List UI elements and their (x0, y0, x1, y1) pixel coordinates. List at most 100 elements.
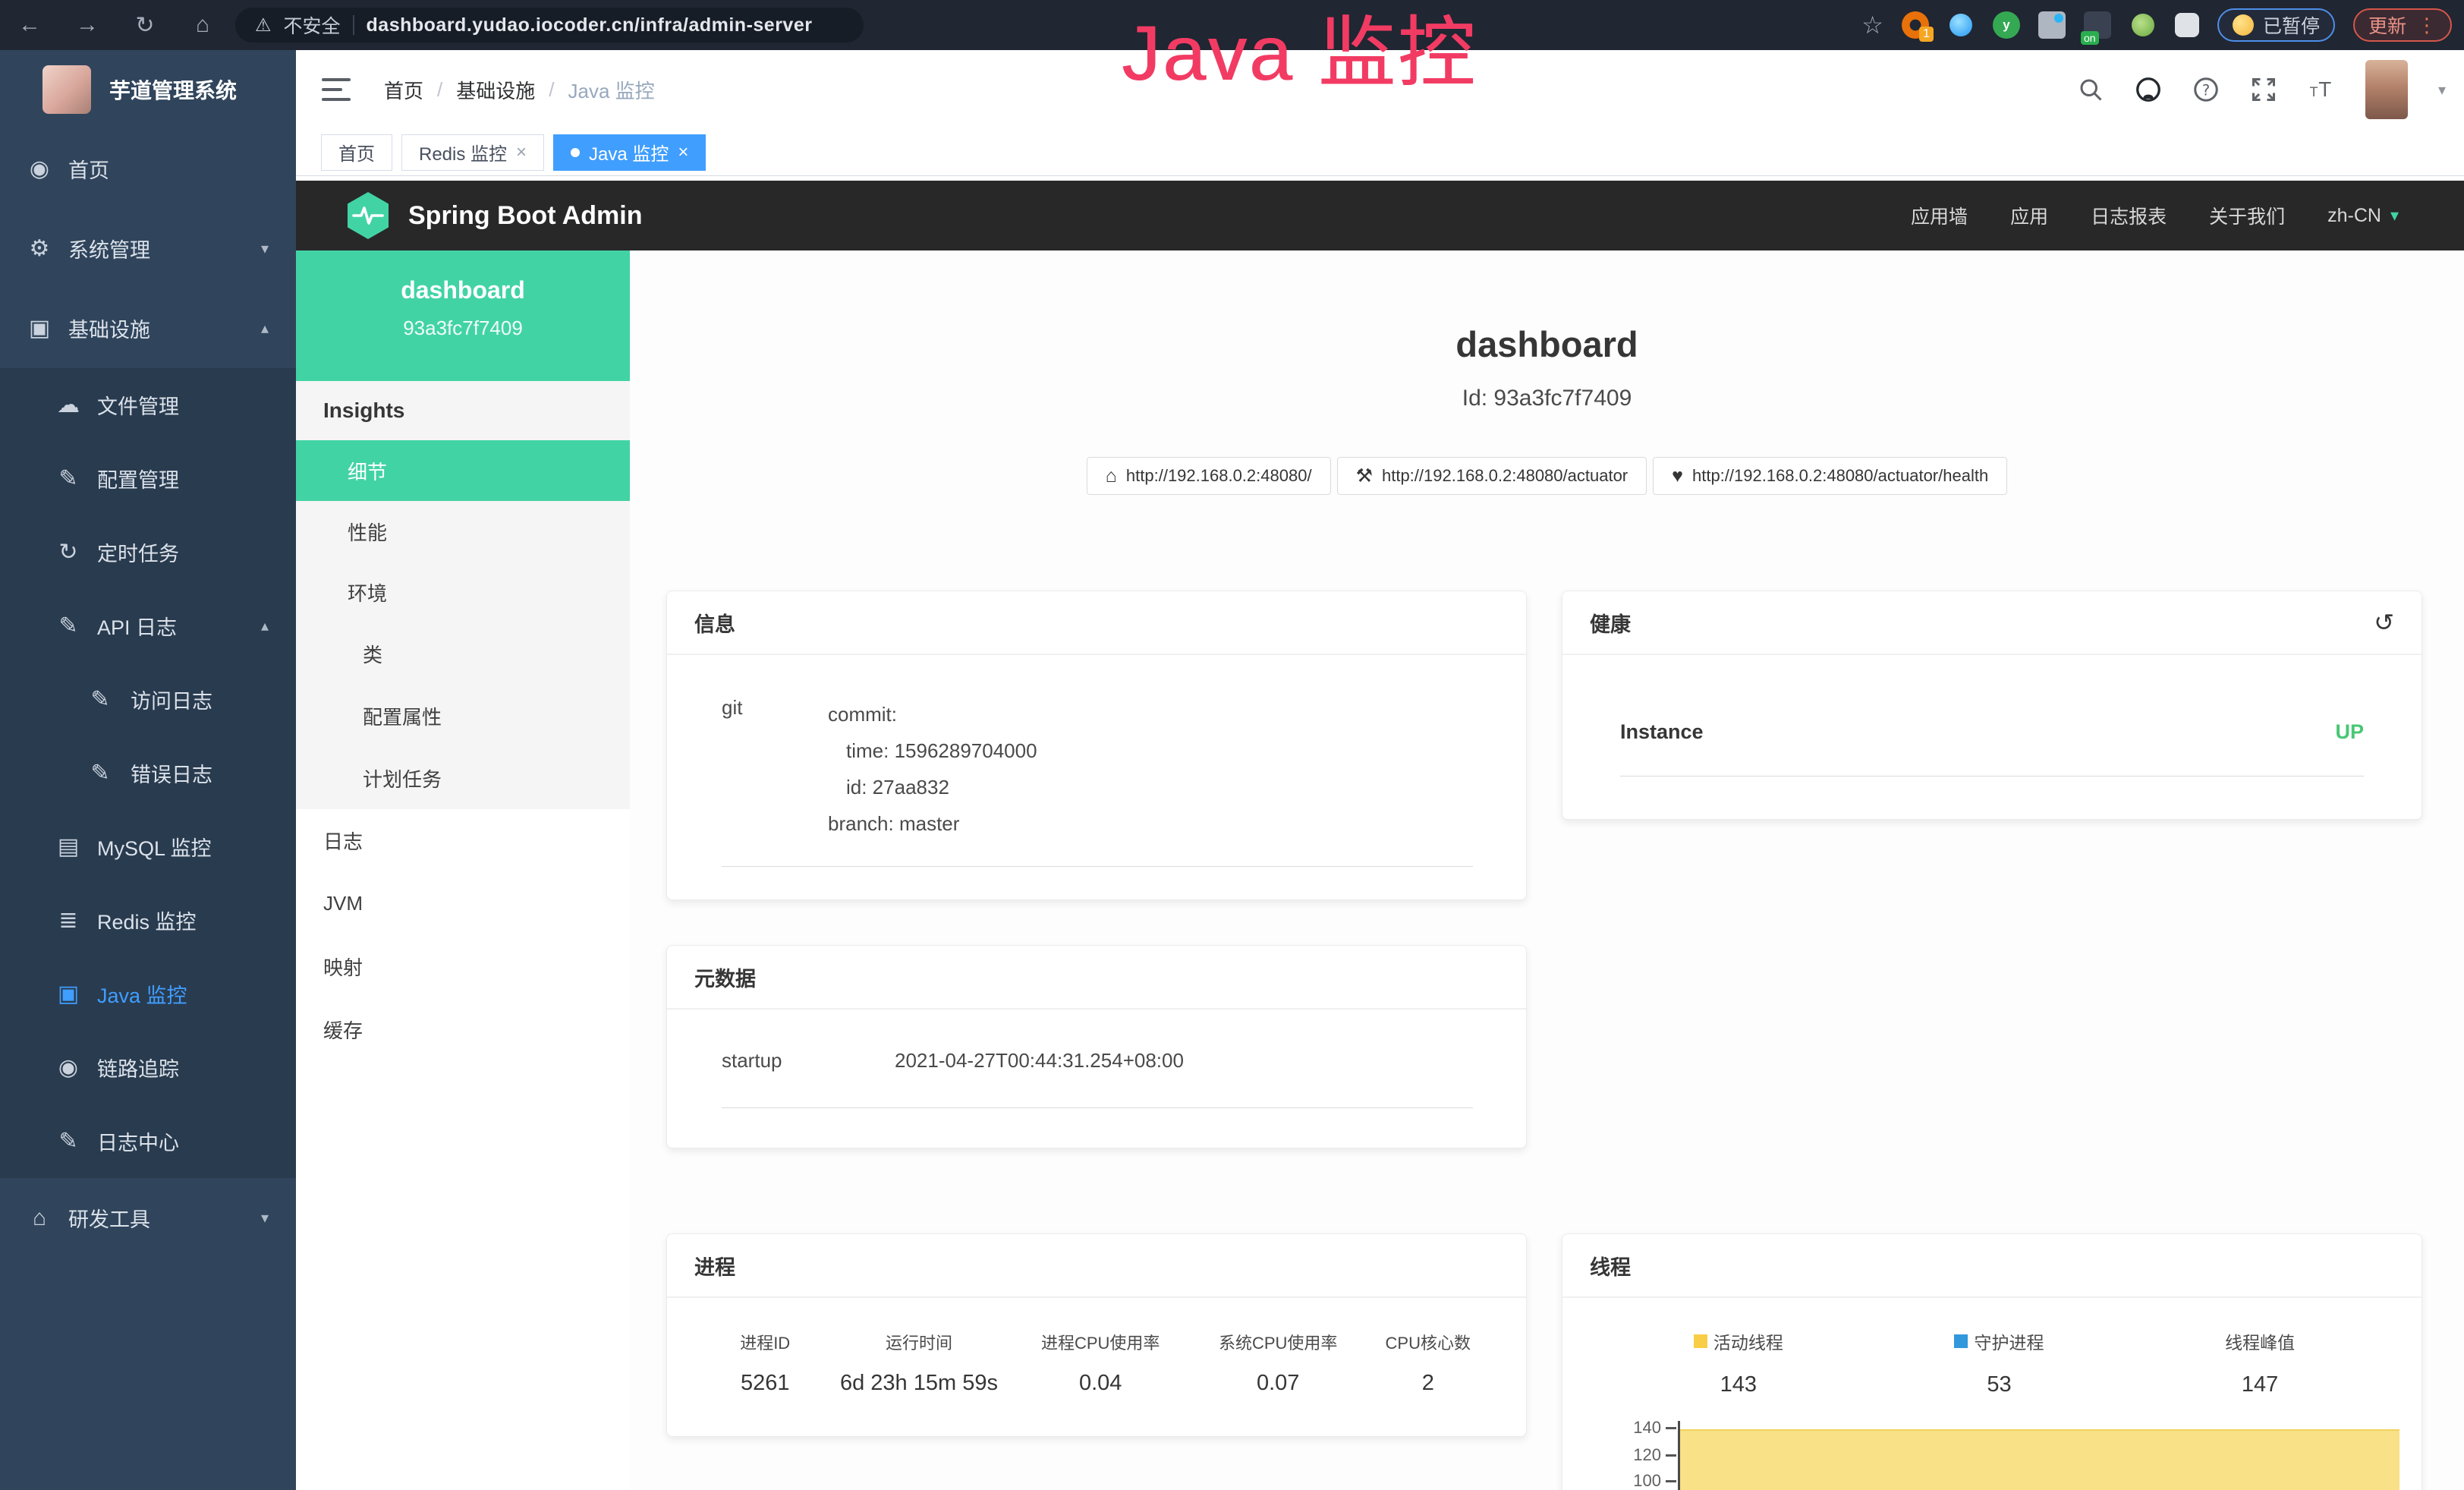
sidebar-item-api-log[interactable]: ✎ API 日志 ▴ (0, 589, 296, 663)
fullscreen-icon[interactable] (2250, 76, 2277, 103)
metadata-body: startup 2021-04-27T00:44:31.254+08:00 (667, 1010, 1526, 1108)
sba-instance-id: 93a3fc7f7409 (296, 317, 630, 340)
sidebar-item-label: 系统管理 (68, 234, 150, 263)
extensions-puzzle-icon[interactable] (2175, 13, 2199, 37)
extension-icon-orange[interactable]: 1 (1902, 11, 1929, 39)
url-text[interactable]: dashboard.yudao.iocoder.cn/infra/admin-s… (367, 14, 813, 36)
sba-section-label: Insights (296, 381, 630, 440)
sba-item-caches[interactable]: 缓存 (296, 998, 630, 1061)
sidebar-item-log-center[interactable]: ✎ 日志中心 (0, 1104, 296, 1178)
home-icon[interactable]: ⌂ (190, 12, 216, 38)
sba-item-classes[interactable]: 类 (296, 622, 630, 685)
sidebar-item-home[interactable]: ◉ 首页 (0, 129, 296, 209)
github-icon[interactable] (2135, 76, 2162, 103)
column-header: CPU核心数 (1365, 1330, 1491, 1354)
metadata-card: 元数据 startup 2021-04-27T00:44:31.254+08:0… (666, 945, 1527, 1148)
sidebar-item-java-monitor[interactable]: ▣ Java 监控 (0, 957, 296, 1031)
service-url-button[interactable]: ⌂ http://192.168.0.2:48080/ (1087, 457, 1331, 495)
sba-nav-wallboard[interactable]: 应用墙 (1911, 202, 1968, 229)
help-icon[interactable]: ? (2192, 76, 2220, 103)
collapse-menu-icon[interactable] (322, 78, 351, 101)
sidebar-item-label: 链路追踪 (97, 1053, 179, 1082)
font-size-icon[interactable]: TT (2308, 76, 2335, 103)
header-actions: ? TT ▾ (2077, 60, 2464, 119)
log-icon: ✎ (85, 760, 115, 786)
sba-insights-panel: Insights 细节 性能 环境 类 配置属性 计划任务 (296, 381, 630, 809)
locale-select[interactable]: zh-CN ▾ (2327, 205, 2399, 227)
extension-icon-switch[interactable]: on (2084, 11, 2111, 39)
process-uptime-col: 运行时间 6d 23h 15m 59s (828, 1330, 1009, 1396)
paused-badge[interactable]: 已暂停 (2217, 8, 2335, 42)
monitor-icon: ▣ (23, 315, 56, 342)
sidebar-item-error-log[interactable]: ✎ 错误日志 (0, 736, 296, 810)
database-icon: ▤ (53, 833, 83, 860)
close-icon[interactable]: × (516, 142, 527, 163)
legend-value: 143 (1608, 1372, 1869, 1397)
sba-item-environment[interactable]: 环境 (296, 562, 630, 622)
reload-icon[interactable]: ↻ (132, 12, 158, 39)
breadcrumb-home[interactable]: 首页 (384, 76, 423, 104)
tab-java-monitor[interactable]: Java 监控 × (553, 134, 706, 171)
sidebar-item-infra[interactable]: ▣ 基础设施 ▴ (0, 288, 296, 368)
sba-item-mappings[interactable]: 映射 (296, 935, 630, 998)
sba-brand-title[interactable]: Spring Boot Admin (408, 201, 642, 231)
history-icon[interactable]: ↺ (2374, 608, 2394, 637)
back-icon[interactable]: ← (17, 12, 42, 38)
chevron-down-icon[interactable]: ▾ (2438, 80, 2446, 99)
extension-icon-green[interactable]: y (1993, 11, 2020, 39)
legend-swatch-blue (1954, 1334, 1968, 1348)
sidebar-item-jobs[interactable]: ↻ 定时任务 (0, 515, 296, 589)
cell-value: 5261 (702, 1371, 828, 1396)
sidebar-item-system[interactable]: ⚙ 系统管理 ▾ (0, 209, 296, 288)
sidebar-item-access-log[interactable]: ✎ 访问日志 (0, 663, 296, 736)
breadcrumb-separator: / (437, 78, 442, 102)
update-button[interactable]: 更新 ⋮ (2353, 8, 2452, 42)
sba-instance-header[interactable]: dashboard 93a3fc7f7409 (296, 250, 630, 381)
sidebar-header[interactable]: 芋道管理系统 (0, 50, 296, 129)
sba-nav-about[interactable]: 关于我们 (2209, 202, 2285, 229)
chevron-down-icon: ▾ (261, 239, 269, 258)
cell-value: 2 (1365, 1371, 1491, 1396)
sidebar-item-redis[interactable]: ≣ Redis 监控 (0, 884, 296, 957)
breadcrumb-infra[interactable]: 基础设施 (456, 76, 535, 104)
table-row: git commit: time: 1596289704000 id: 27aa… (722, 696, 1473, 867)
address-bar[interactable]: ⚠ 不安全 dashboard.yudao.iocoder.cn/infra/a… (235, 8, 864, 43)
sba-item-configprops[interactable]: 配置属性 (296, 685, 630, 747)
git-time-line: time: 1596289704000 (828, 732, 1037, 769)
extension-icon-pin[interactable] (1947, 11, 1975, 39)
health-url-button[interactable]: ♥ http://192.168.0.2:48080/actuator/heal… (1653, 457, 2007, 495)
sidebar-item-files[interactable]: ☁ 文件管理 (0, 368, 296, 442)
close-icon[interactable]: × (678, 142, 688, 163)
avatar[interactable] (2365, 60, 2408, 119)
sba-item-logs[interactable]: 日志 (296, 809, 630, 872)
sidebar-submenu: ☁ 文件管理 ✎ 配置管理 ↻ 定时任务 ✎ API 日志 ▴ ✎ (0, 368, 296, 1178)
process-card: 进程 进程ID 5261 运行时间 6d 23h 15m 59s 进程CPU使用… (666, 1233, 1527, 1437)
service-url: http://192.168.0.2:48080/ (1126, 466, 1312, 486)
sba-item-metrics[interactable]: 性能 (296, 501, 630, 562)
sba-nav-journal[interactable]: 日志报表 (2091, 202, 2167, 229)
kebab-menu-icon[interactable]: ⋮ (2417, 14, 2437, 37)
table-row[interactable]: Instance UP (1620, 720, 2364, 777)
extension-icon-leaf[interactable] (2129, 11, 2157, 39)
search-icon[interactable] (2077, 76, 2104, 103)
forward-icon[interactable]: → (74, 12, 100, 38)
sidebar-item-label: 基础设施 (68, 313, 150, 343)
legend-swatch-yellow (1694, 1334, 1707, 1348)
actuator-url-button[interactable]: ⚒ http://192.168.0.2:48080/actuator (1337, 457, 1647, 495)
tab-home[interactable]: 首页 (321, 134, 392, 171)
sidebar-item-config[interactable]: ✎ 配置管理 (0, 442, 296, 515)
sba-nav-applications[interactable]: 应用 (2010, 202, 2048, 229)
active-dot (571, 148, 580, 157)
sidebar-item-mysql[interactable]: ▤ MySQL 监控 (0, 810, 296, 884)
sidebar-item-tracing[interactable]: ◉ 链路追踪 (0, 1031, 296, 1104)
sba-item-jvm[interactable]: JVM (296, 872, 630, 935)
paused-label: 已暂停 (2263, 11, 2320, 39)
sba-item-scheduled-tasks[interactable]: 计划任务 (296, 747, 630, 809)
sba-item-details[interactable]: 细节 (296, 440, 630, 501)
sidebar-item-devtools[interactable]: ⌂ 研发工具 ▾ (0, 1178, 296, 1258)
extension-icon-grid[interactable] (2038, 11, 2066, 39)
bookmark-star-icon[interactable]: ☆ (1861, 11, 1883, 39)
tab-redis-monitor[interactable]: Redis 监控 × (401, 134, 544, 171)
update-label: 更新 (2368, 11, 2406, 39)
legend-label: 活动线程 (1713, 1328, 1783, 1354)
